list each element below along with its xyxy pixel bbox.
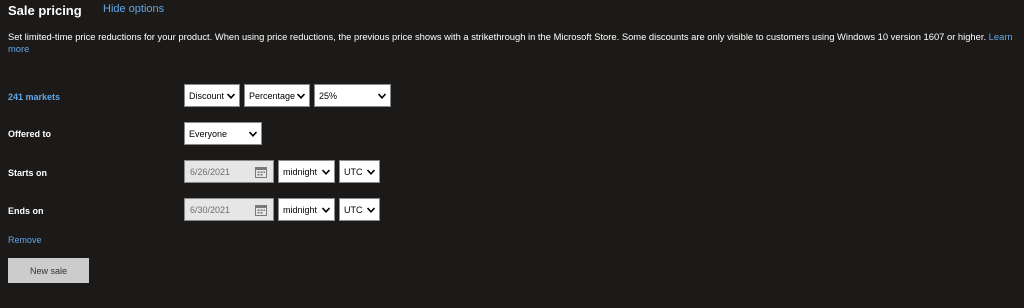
start-date-value: 6/26/2021 xyxy=(190,166,231,177)
ends-on-label: Ends on xyxy=(8,206,44,216)
discount-type-select[interactable]: Discount xyxy=(184,84,240,107)
end-time-value: midnight xyxy=(283,204,318,215)
description-text: Set limited-time price reductions for yo… xyxy=(8,31,1022,55)
new-sale-button[interactable]: New sale xyxy=(8,258,89,283)
offered-to-label: Offered to xyxy=(8,129,52,139)
chevron-down-icon xyxy=(296,91,306,101)
markets-link[interactable]: 241 markets xyxy=(8,92,60,102)
calendar-icon[interactable] xyxy=(255,166,267,178)
chevron-down-icon xyxy=(366,205,376,215)
discount-unit-value: Percentage xyxy=(249,90,296,101)
chevron-down-icon xyxy=(321,205,331,215)
description-body: Set limited-time price reductions for yo… xyxy=(8,31,987,42)
end-date-value: 6/30/2021 xyxy=(190,204,231,215)
start-timezone-value: UTC xyxy=(344,166,363,177)
end-timezone-value: UTC xyxy=(344,204,363,215)
start-time-value: midnight xyxy=(283,166,318,177)
end-date-field[interactable]: 6/30/2021 xyxy=(184,198,274,221)
chevron-down-icon xyxy=(226,91,236,101)
offered-to-select[interactable]: Everyone xyxy=(184,122,262,145)
remove-link[interactable]: Remove xyxy=(8,235,42,245)
offered-to-value: Everyone xyxy=(189,128,228,139)
hide-options-link[interactable]: Hide options xyxy=(103,3,164,15)
starts-on-label: Starts on xyxy=(8,168,48,178)
discount-amount-select[interactable]: 25% xyxy=(314,84,391,107)
start-timezone-select[interactable]: UTC xyxy=(339,160,380,183)
chevron-down-icon xyxy=(248,129,258,139)
start-date-field[interactable]: 6/26/2021 xyxy=(184,160,274,183)
chevron-down-icon xyxy=(377,91,387,101)
discount-type-value: Discount xyxy=(189,90,225,101)
discount-unit-select[interactable]: Percentage xyxy=(244,84,310,107)
start-time-select[interactable]: midnight xyxy=(278,160,335,183)
end-time-select[interactable]: midnight xyxy=(278,198,335,221)
section-title: Sale pricing xyxy=(8,3,82,18)
discount-amount-value: 25% xyxy=(319,90,338,101)
chevron-down-icon xyxy=(366,167,376,177)
end-timezone-select[interactable]: UTC xyxy=(339,198,380,221)
chevron-down-icon xyxy=(321,167,331,177)
calendar-icon[interactable] xyxy=(255,204,267,216)
